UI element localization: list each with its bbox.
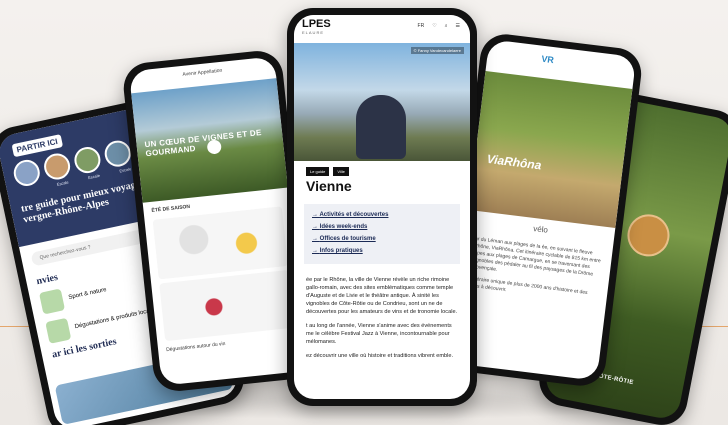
phone-screen: VR ViaRhôna vélo ar du Léman aux plages … (449, 39, 637, 381)
category-icon (45, 317, 72, 344)
couple-figure (356, 95, 406, 159)
category-icon (38, 288, 66, 315)
tile-label: Sport & nature (68, 286, 108, 301)
tag[interactable]: Ville (333, 167, 349, 176)
photo-credit: © Fanny Vandecandelaere (410, 47, 464, 54)
screen-nav: LPES ELAURE FR ♡ ⌕ ☰ (294, 15, 470, 43)
nav-actions: FR ♡ ⌕ ☰ (418, 23, 460, 29)
tags: Le guide Ville (294, 161, 470, 176)
logo: VR (540, 53, 555, 66)
destination-thumb[interactable] (11, 157, 43, 189)
paragraph: t au long de l'année, Vienne s'anime ave… (306, 323, 452, 345)
destination-thumb[interactable] (41, 151, 73, 182)
screen-body: ée par le Rhône, la ville de Vienne révè… (294, 272, 470, 370)
phone-screen: LPES ELAURE FR ♡ ⌕ ☰ © Fanny Vandecandel… (294, 15, 470, 399)
menu-icon[interactable]: ☰ (456, 23, 460, 29)
hero-image: © Fanny Vandecandelaere (294, 43, 470, 161)
menu-link[interactable]: Offices de tourisme (312, 236, 452, 242)
paragraph: ez découvrir une ville où histoire et tr… (306, 353, 454, 359)
badge-icon (623, 210, 674, 261)
paragraph: ée par le Rhône, la ville de Vienne révè… (306, 277, 458, 315)
page-title: Vienne (306, 178, 352, 194)
hero-title: ViaRhôna (485, 151, 543, 173)
menu-link[interactable]: Activités et découvertes (312, 212, 452, 218)
search-icon[interactable]: ⌕ (445, 23, 448, 29)
destination-thumb[interactable] (71, 144, 103, 176)
brand-sub: ELAURE (302, 30, 325, 35)
hero-image: UN CŒUR DE VIGNES ET DE GOURMAND (131, 78, 288, 203)
phone-vienne: LPES ELAURE FR ♡ ⌕ ☰ © Fanny Vandecandel… (287, 8, 477, 406)
play-icon[interactable] (206, 139, 222, 155)
heart-icon[interactable]: ♡ (432, 23, 436, 29)
tag[interactable]: Le guide (306, 167, 330, 176)
scene: CONDRIEU CÔTE-RÔTIE PARTIR ICI Escale Es… (0, 0, 728, 425)
dish-photo[interactable] (159, 269, 295, 342)
dish-photo[interactable] (152, 206, 289, 280)
menu-link[interactable]: Idées week-ends (312, 224, 452, 230)
brand: LPES (302, 18, 331, 30)
page-menu: Activités et découvertes Idées week-ends… (304, 204, 460, 264)
language-select[interactable]: FR (418, 23, 425, 29)
phone-vignes: Avenir Appellation UN CŒUR DE VIGNES ET … (121, 48, 315, 394)
menu-link[interactable]: Infos pratiques (312, 248, 452, 254)
hero-image: ViaRhôna (468, 70, 633, 228)
phone-screen: Avenir Appellation UN CŒUR DE VIGNES ET … (128, 56, 308, 386)
